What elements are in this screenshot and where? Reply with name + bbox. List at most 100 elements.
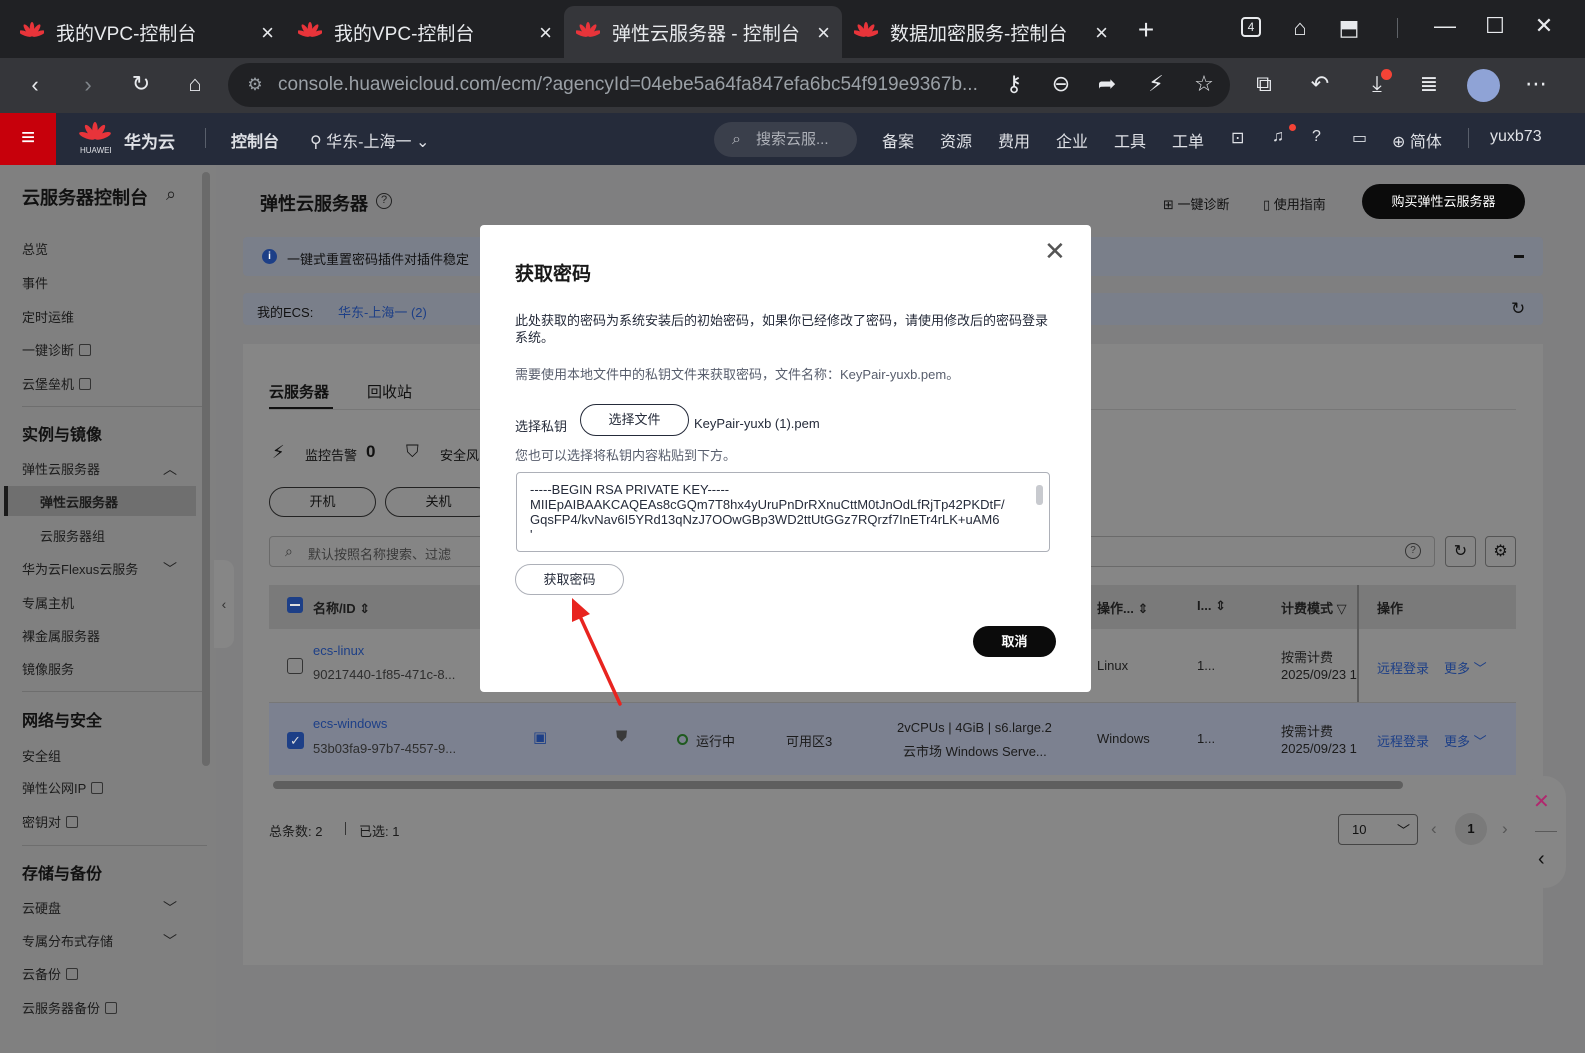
- forward-arrow-icon[interactable]: ›: [73, 73, 103, 97]
- tab-count-icon[interactable]: 4: [1241, 17, 1261, 37]
- sidebar-item-events[interactable]: 事件: [22, 273, 48, 292]
- close-window-button[interactable]: ✕: [1529, 14, 1559, 38]
- sidebar-item-server-group[interactable]: 云服务器组: [40, 526, 105, 545]
- user-name[interactable]: yuxb73: [1490, 128, 1542, 146]
- sidebar-item-evs[interactable]: 云硬盘: [22, 898, 61, 917]
- menu-icon[interactable]: ≡: [0, 113, 56, 165]
- close-tab-icon[interactable]: ×: [539, 20, 552, 46]
- new-tab-button[interactable]: +: [1131, 16, 1161, 44]
- playlist-icon[interactable]: ≣: [1414, 72, 1444, 96]
- sidebar-item-images[interactable]: 镜像服务: [22, 659, 74, 678]
- chevron-left-icon[interactable]: ‹: [1538, 848, 1545, 871]
- sidebar-item-scheduled-ops[interactable]: 定时运维: [22, 307, 74, 326]
- start-button[interactable]: 开机: [269, 487, 376, 517]
- diagnose-link[interactable]: ⊞ 一键诊断: [1163, 194, 1230, 213]
- close-tab-icon[interactable]: ×: [1095, 20, 1108, 46]
- chevron-up-icon[interactable]: ︿: [163, 459, 177, 479]
- column-header-i[interactable]: I... ⇕: [1197, 598, 1226, 614]
- nav-tickets[interactable]: 工单: [1172, 128, 1204, 152]
- back-arrow-icon[interactable]: ‹: [20, 73, 50, 97]
- row-checkbox-checked[interactable]: ✓: [287, 732, 304, 749]
- gamepad-icon[interactable]: ⌂: [1285, 16, 1315, 40]
- more-dropdown[interactable]: 更多 ﹀: [1444, 731, 1487, 750]
- region-selector[interactable]: ⚲ 华东-上海一 ⌄: [310, 128, 429, 152]
- sidebar-item-ecs[interactable]: 弹性云服务器: [40, 492, 118, 511]
- page-size-select[interactable]: 10 ﹀: [1338, 814, 1418, 845]
- home-icon[interactable]: ⌂: [180, 72, 210, 96]
- browser-tab[interactable]: 我的VPC-控制台 ×: [286, 6, 564, 58]
- help-icon[interactable]: ?: [1312, 128, 1321, 146]
- nav-enterprise[interactable]: 企业: [1056, 128, 1088, 152]
- monitor-icon[interactable]: ▣: [533, 728, 547, 746]
- nav-beian[interactable]: 备案: [882, 128, 914, 152]
- collapse-sidebar-icon[interactable]: ‹: [214, 560, 234, 648]
- extension-puzzle-icon[interactable]: ⧉: [1249, 72, 1279, 96]
- sidebar-item-bastion[interactable]: 云堡垒机: [22, 374, 92, 393]
- textarea-scrollbar[interactable]: [1036, 485, 1043, 505]
- sidebar-item-dedicated-host[interactable]: 专属主机: [22, 593, 74, 612]
- notice-close-icon[interactable]: [1514, 255, 1524, 258]
- terminal-icon[interactable]: ⊡: [1231, 128, 1244, 148]
- column-header-billing[interactable]: 计费模式 ▽: [1281, 598, 1347, 617]
- tab-recycle-bin[interactable]: 回收站: [367, 381, 412, 402]
- sidebar-scrollbar[interactable]: [202, 172, 210, 766]
- console-link[interactable]: 控制台: [231, 128, 279, 152]
- address-bar[interactable]: console.huaweicloud.com/ecm/?agencyId=04…: [228, 63, 1230, 107]
- sidebar-item-security-group[interactable]: 安全组: [22, 746, 61, 765]
- sidebar-item-cbr[interactable]: 云备份: [22, 964, 79, 983]
- maximize-button[interactable]: ☐: [1480, 14, 1510, 38]
- key-icon[interactable]: ⚷: [999, 72, 1029, 96]
- remote-login-link[interactable]: 远程登录: [1377, 731, 1429, 750]
- lightning-icon[interactable]: ⚡: [1141, 72, 1171, 96]
- share-icon[interactable]: ➦: [1092, 72, 1122, 96]
- minimize-button[interactable]: —: [1430, 14, 1460, 38]
- language-selector[interactable]: ⊕ 简体: [1392, 128, 1442, 152]
- header-search-input[interactable]: ⌕ 搜索云服...: [714, 122, 857, 157]
- sidebar-item-keypair[interactable]: 密钥对: [22, 812, 79, 831]
- more-dropdown[interactable]: 更多 ﹀: [1444, 658, 1487, 677]
- sidebar-item-overview[interactable]: 总览: [22, 239, 48, 258]
- bookmark-star-icon[interactable]: ☆: [1189, 72, 1219, 96]
- my-ecs-region-link[interactable]: 华东-上海一 (2): [338, 302, 427, 321]
- shield-icon[interactable]: ⛊: [616, 728, 627, 745]
- reload-icon[interactable]: ↻: [126, 72, 156, 96]
- browser-tab[interactable]: 我的VPC-控制台 ×: [8, 6, 286, 58]
- chevron-down-icon[interactable]: ﹀: [163, 931, 177, 951]
- stop-button[interactable]: 关机: [385, 487, 492, 517]
- sidebar-item-diagnose[interactable]: 一键诊断: [22, 340, 92, 359]
- help-icon[interactable]: ?: [1405, 543, 1421, 559]
- chevron-down-icon[interactable]: ﹀: [163, 559, 177, 579]
- feedback-icon[interactable]: ▭: [1352, 128, 1367, 148]
- nav-resources[interactable]: 资源: [940, 128, 972, 152]
- column-header-os[interactable]: 操作... ⇕: [1097, 598, 1148, 617]
- browser-tab[interactable]: 数据加密服务-控制台 ×: [842, 6, 1120, 58]
- page-number-current[interactable]: 1: [1455, 813, 1487, 845]
- site-info-icon[interactable]: ⚙: [240, 73, 270, 97]
- close-icon[interactable]: ✕: [1044, 238, 1066, 264]
- guide-link[interactable]: ▯ 使用指南: [1263, 194, 1326, 213]
- row-checkbox[interactable]: [287, 658, 303, 674]
- avatar[interactable]: [1467, 69, 1500, 102]
- chevron-down-icon[interactable]: ﹀: [163, 898, 177, 918]
- select-all-checkbox[interactable]: [287, 597, 303, 613]
- tab-servers[interactable]: 云服务器: [269, 381, 329, 402]
- search-icon[interactable]: ⌕: [166, 184, 176, 205]
- server-name-link[interactable]: ecs-linux: [313, 643, 364, 658]
- next-page-icon[interactable]: ›: [1502, 819, 1508, 839]
- nav-billing[interactable]: 费用: [998, 128, 1030, 152]
- nav-tools[interactable]: 工具: [1114, 128, 1146, 152]
- sidebar-item-eip[interactable]: 弹性公网IP: [22, 778, 104, 797]
- private-key-textarea[interactable]: -----BEGIN RSA PRIVATE KEY----- MIIEpAIB…: [516, 472, 1050, 552]
- sidebar-item-bare-metal[interactable]: 裸金属服务器: [22, 626, 100, 645]
- help-icon[interactable]: ?: [376, 193, 392, 209]
- sidebar-item-dss[interactable]: 专属分布式存储: [22, 931, 113, 950]
- server-name-link[interactable]: ecs-windows: [313, 716, 387, 731]
- extensions-icon[interactable]: ⬒: [1334, 16, 1364, 40]
- alarm-count[interactable]: 0: [366, 442, 375, 462]
- zoom-out-icon[interactable]: ⊖: [1046, 72, 1076, 96]
- buy-ecs-button[interactable]: 购买弹性云服务器: [1362, 184, 1525, 219]
- cancel-button[interactable]: 取消: [973, 626, 1056, 657]
- assistant-icon[interactable]: ✕: [1533, 789, 1550, 814]
- get-password-button[interactable]: 获取密码: [515, 564, 624, 595]
- settings-gear-icon[interactable]: ⚙: [1485, 536, 1516, 567]
